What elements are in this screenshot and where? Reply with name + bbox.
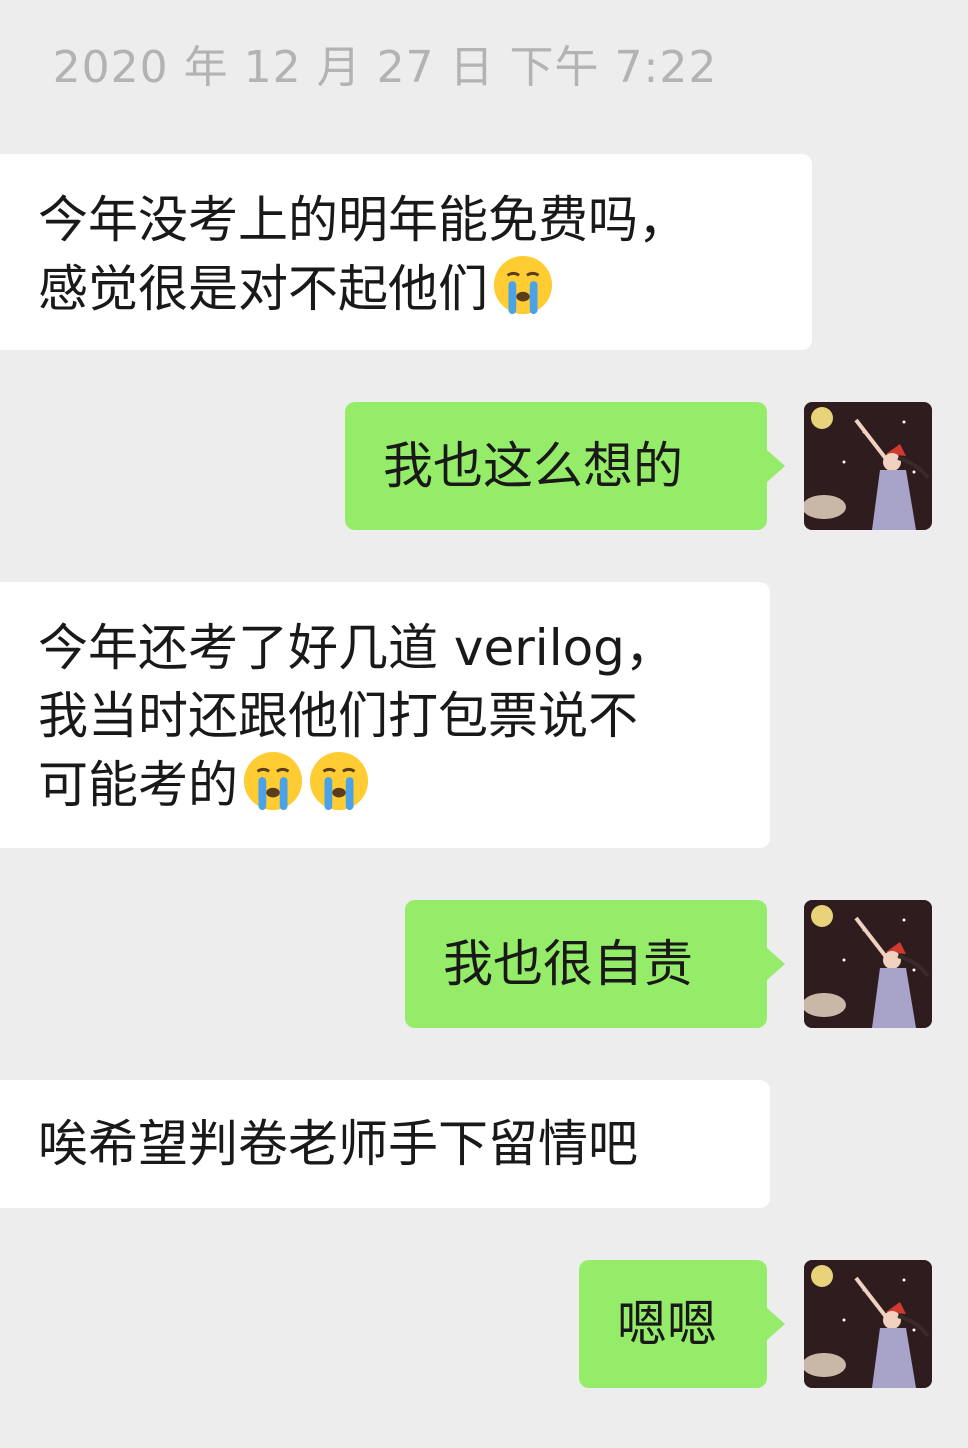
my-avatar[interactable]: [804, 900, 932, 1028]
message-line: 我也这么想的: [383, 437, 683, 495]
message-line: 唉希望判卷老师手下留情吧: [38, 1115, 638, 1173]
message-bubble-outgoing[interactable]: 我也这么想的: [345, 402, 785, 530]
my-avatar[interactable]: [804, 402, 932, 530]
message-bubble-incoming[interactable]: 今年还考了好几道 verilog， 我当时还跟他们打包票说不 可能考的: [0, 582, 770, 848]
message-line: 我也很自责: [443, 935, 693, 993]
message-text: 感觉很是对不起他们: [38, 260, 488, 318]
message-line: 今年没考上的明年能免费吗，: [38, 191, 688, 249]
message-bubble-outgoing[interactable]: 我也很自责: [405, 900, 785, 1028]
loudly-crying-face-icon: [243, 751, 303, 811]
message-bubble-incoming[interactable]: 今年没考上的明年能免费吗， 感觉很是对不起他们: [0, 154, 812, 350]
message-line: 今年还考了好几道 verilog，: [38, 619, 675, 677]
message-bubble-outgoing[interactable]: 嗯嗯: [579, 1260, 785, 1388]
loudly-crying-face-icon: [493, 255, 553, 315]
message-line-with-emoji: 感觉很是对不起他们: [38, 254, 774, 323]
loudly-crying-face-icon: [309, 751, 369, 811]
message-line-with-emoji: 可能考的: [38, 750, 732, 819]
message-line: 嗯嗯: [617, 1295, 717, 1353]
chat-timestamp: 2020 年 12 月 27 日 下午 7:22: [52, 42, 718, 93]
message-line: 我当时还跟他们打包票说不: [38, 687, 638, 745]
message-text: 可能考的: [38, 756, 238, 814]
message-bubble-incoming[interactable]: 唉希望判卷老师手下留情吧: [0, 1080, 770, 1208]
my-avatar[interactable]: [804, 1260, 932, 1388]
